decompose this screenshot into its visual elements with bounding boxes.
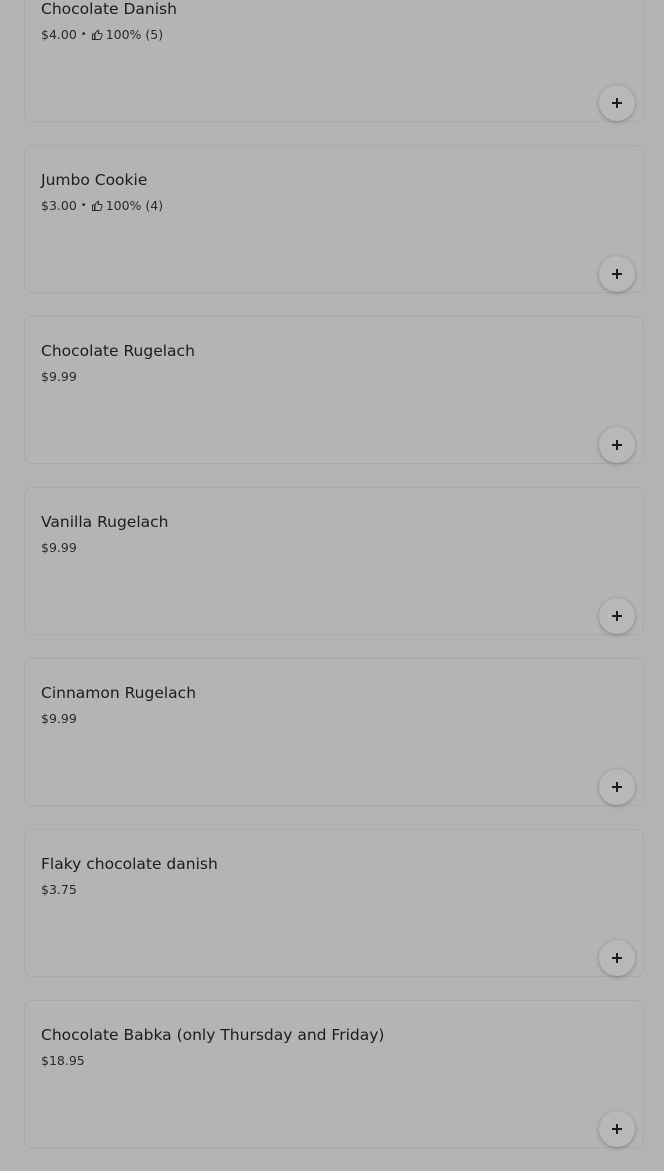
plus-icon [612, 98, 622, 108]
add-to-cart-button[interactable] [599, 1111, 635, 1147]
menu-item-card[interactable]: Chocolate Babka (only Thursday and Frida… [24, 1000, 644, 1148]
menu-item-card[interactable]: Chocolate Rugelach $9.99 [24, 316, 644, 464]
add-to-cart-button[interactable] [599, 427, 635, 463]
menu-item-card[interactable]: Cinnamon Rugelach $9.99 [24, 658, 644, 806]
meta-separator: • [80, 200, 87, 211]
item-name: Chocolate Danish [41, 0, 177, 18]
menu-item-card[interactable]: Jumbo Cookie $3.00 • 100% (4) [24, 145, 644, 293]
plus-icon [612, 1124, 622, 1134]
item-price: $3.75 [41, 882, 77, 897]
meta-separator: • [80, 29, 87, 40]
menu-item-card[interactable]: Flaky chocolate danish $3.75 [24, 829, 644, 977]
item-meta: $3.75 [41, 882, 77, 897]
menu-item-card[interactable]: Chocolate Danish $4.00 • 100% (5) [24, 0, 644, 122]
thumbs-up-icon [91, 29, 103, 40]
add-to-cart-button[interactable] [599, 940, 635, 976]
add-to-cart-button[interactable] [599, 598, 635, 634]
item-name: Jumbo Cookie [41, 171, 148, 189]
item-price: $3.00 [41, 198, 77, 213]
item-name: Vanilla Rugelach [41, 513, 169, 531]
plus-icon [612, 953, 622, 963]
item-name: Chocolate Rugelach [41, 342, 195, 360]
item-name: Flaky chocolate danish [41, 855, 218, 873]
item-meta: $9.99 [41, 711, 77, 726]
item-meta: $4.00 • 100% (5) [41, 27, 163, 42]
item-price: $18.95 [41, 1053, 85, 1068]
item-meta: $9.99 [41, 540, 77, 555]
item-rating: 100% (4) [105, 198, 164, 213]
plus-icon [612, 440, 622, 450]
plus-icon [612, 269, 622, 279]
item-name: Cinnamon Rugelach [41, 684, 197, 702]
menu-item-card[interactable]: Vanilla Rugelach $9.99 [24, 487, 644, 635]
add-to-cart-button[interactable] [599, 769, 635, 805]
item-price: $9.99 [41, 369, 77, 384]
add-to-cart-button[interactable] [599, 85, 635, 121]
item-meta: $3.00 • 100% (4) [41, 198, 163, 213]
menu-item-list: Chocolate Danish $4.00 • 100% (5) Jumbo … [24, 0, 644, 1171]
thumbs-up-icon [91, 200, 103, 211]
item-price: $9.99 [41, 711, 77, 726]
add-to-cart-button[interactable] [599, 256, 635, 292]
item-price: $9.99 [41, 540, 77, 555]
item-meta: $9.99 [41, 369, 77, 384]
item-name: Chocolate Babka (only Thursday and Frida… [41, 1026, 385, 1044]
item-meta: $18.95 [41, 1053, 85, 1068]
item-rating: 100% (5) [105, 27, 164, 42]
item-price: $4.00 [41, 27, 77, 42]
plus-icon [612, 611, 622, 621]
plus-icon [612, 782, 622, 792]
